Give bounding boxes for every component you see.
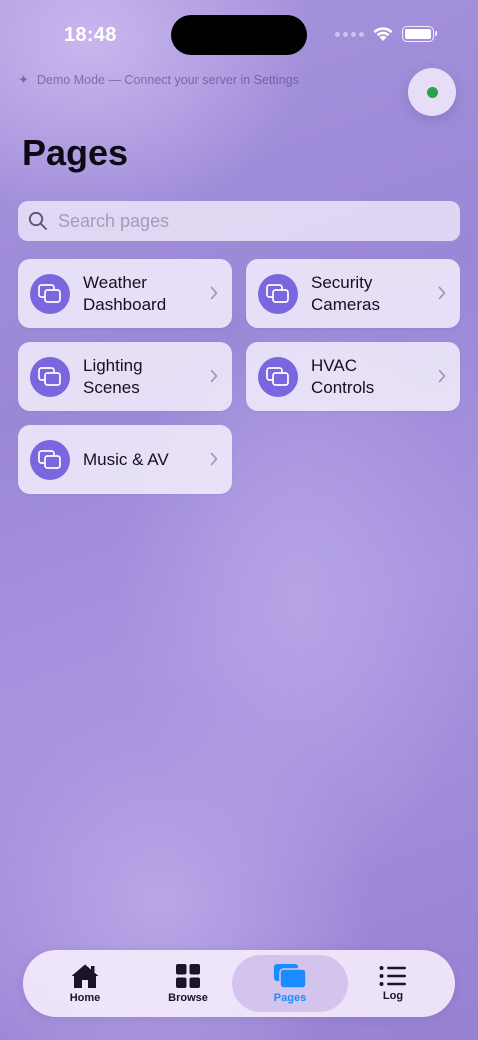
pages-stack-icon: [30, 356, 70, 397]
pages-stack-icon: [258, 356, 298, 397]
page-card-label: Music & AV: [83, 449, 169, 469]
tab-log[interactable]: Log: [335, 955, 451, 1012]
search-bar[interactable]: [18, 201, 460, 241]
page-card-label: Lighting Scenes: [83, 355, 143, 397]
status-bar: 18:48: [0, 0, 478, 70]
cellular-signal-icon: [335, 31, 364, 37]
status-icons: [335, 26, 437, 42]
page-card-lighting-scenes[interactable]: Lighting Scenes: [18, 342, 232, 411]
page-card-label: Weather Dashboard: [83, 272, 167, 314]
tab-label: Pages: [273, 992, 307, 1004]
search-input[interactable]: [58, 210, 438, 232]
house-icon: [71, 964, 99, 988]
dynamic-island: [171, 15, 307, 55]
chevron-right-icon: [438, 369, 446, 383]
pages-stack-icon: [30, 273, 70, 314]
wifi-icon: [373, 27, 393, 41]
pages-stack-icon: [30, 439, 70, 480]
demo-mode-banner[interactable]: ✦ Demo Mode — Connect your server in Set…: [18, 72, 299, 88]
search-icon: [28, 211, 47, 230]
tab-pages[interactable]: Pages: [232, 955, 348, 1012]
chevron-right-icon: [210, 452, 218, 466]
chevron-right-icon: [438, 286, 446, 300]
tab-label: Home: [69, 992, 101, 1004]
page-card-music-av[interactable]: Music & AV: [18, 425, 232, 494]
tab-home[interactable]: Home: [27, 955, 143, 1012]
chevron-right-icon: [210, 369, 218, 383]
tab-bar: Home Browse Pages Log: [23, 950, 455, 1017]
page-card-hvac-controls[interactable]: HVAC Controls: [246, 342, 460, 411]
connection-status-button[interactable]: [408, 68, 456, 116]
tab-label: Browse: [168, 992, 208, 1004]
chevron-right-icon: [210, 286, 218, 300]
connection-status-dot: [426, 86, 438, 98]
page-title: Pages: [22, 132, 129, 173]
pages-stack-icon: [274, 964, 307, 989]
tab-label: Log: [382, 990, 404, 1002]
tab-browse[interactable]: Browse: [130, 955, 246, 1012]
grid-icon: [176, 964, 200, 988]
page-card-security-cameras[interactable]: Security Cameras: [246, 259, 460, 328]
status-time: 18:48: [64, 24, 117, 46]
page-card-weather-dashboard[interactable]: Weather Dashboard: [18, 259, 232, 328]
sparkle-icon: ✦: [18, 72, 29, 87]
list-icon: [379, 966, 406, 986]
pages-stack-icon: [258, 273, 298, 314]
page-card-label: Security Cameras: [311, 272, 380, 314]
battery-icon: [402, 26, 437, 42]
demo-mode-text: Demo Mode — Connect your server in Setti…: [36, 73, 299, 87]
page-card-label: HVAC Controls: [311, 355, 375, 397]
